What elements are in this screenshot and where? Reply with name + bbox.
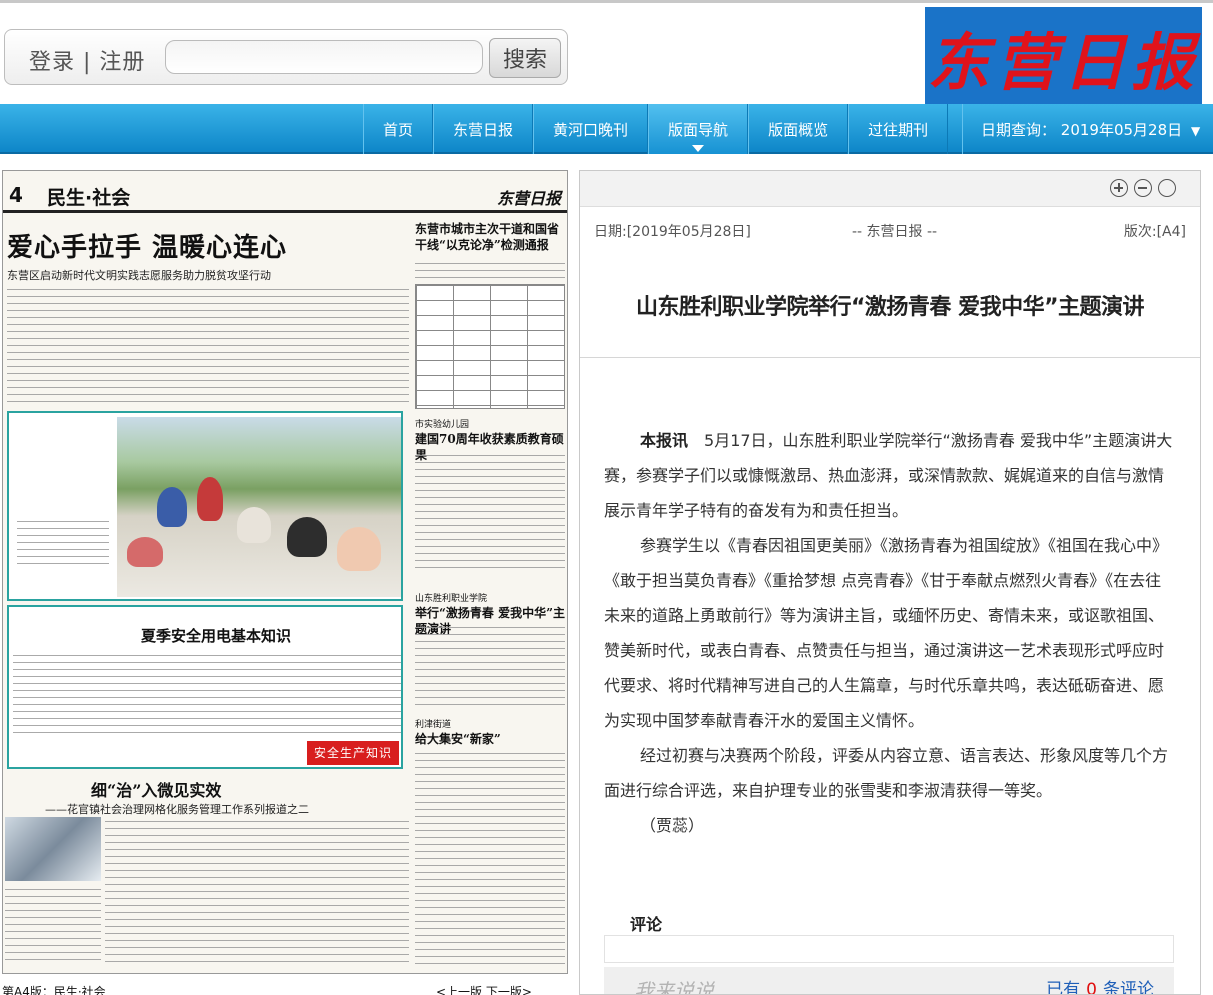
zoom-in-icon[interactable] [1110,179,1128,197]
reset-zoom-icon[interactable] [1158,179,1176,197]
login-register-link[interactable]: 登录 | 注册 [29,44,145,76]
divider [580,357,1200,358]
article-paragraph: 经过初赛与决赛两个阶段，评委从内容立意、语言表达、形象风度等几个方面进行综合评选… [604,746,1169,800]
paper-safety-title: 夏季安全用电基本知识 [141,627,292,645]
article-title: 山东胜利职业学院举行“激扬青春 爱我中华”主题演讲 [635,295,1145,320]
article-date: 日期:[2019年05月28日] [594,224,751,240]
chevron-down-icon: ▼ [1190,124,1201,138]
nav-item-page-navigation[interactable]: 版面导航 [648,104,749,154]
paper-photo-caption [13,417,113,597]
main-nav: 首页 东营日报 黄河口晚刊 版面导航 版面概览 过往期刊 日期查询： 2019年… [0,104,1213,154]
article-paragraph: 参赛学生以《青春因祖国更美丽》《激扬青春为祖国绽放》《祖国在我心中》《敢于担当莫… [604,536,1169,730]
page-pager-links[interactable]: <上一版 下一版> [436,983,532,995]
article-panel: 日期:[2019年05月28日] -- 东营日报 -- 版次:[A4] 山东胜利… [579,170,1201,995]
comment-input-box[interactable]: 我来说说…… 已有 0 条评论 [604,967,1174,995]
nav-items: 首页 东营日报 黄河口晚刊 版面导航 版面概览 过往期刊 [363,104,949,154]
paper-text-block [415,623,565,707]
paper-text-block [415,259,565,281]
paper-safety-frame[interactable]: 夏季安全用电基本知识 安全生产知识 [7,605,403,769]
paper-headline[interactable]: 爱心手拉手 温暖心连心 [7,227,287,264]
paper-headline-sub: 东营区启动新时代文明实践志愿服务助力脱贫攻坚行动 [7,269,271,282]
nav-item-page-overview[interactable]: 版面概览 [748,104,849,154]
newspaper-logo[interactable]: 东营日报 [925,7,1202,107]
paper-bottom-sub: ——花官镇社会治理网格化服务管理工作系列报道之二 [45,803,309,816]
paper-footer-section: 第A4版：民生·社会 [2,985,106,995]
comments-divider [604,935,1174,963]
nav-item-home[interactable]: 首页 [363,104,434,154]
paper-bottom-photo [5,817,101,881]
nav-item-evening-edition[interactable]: 黄河口晚刊 [533,104,649,154]
paper-safety-badge: 安全生产知识 [307,741,399,765]
comment-count-prefix: 已有 [1046,980,1081,995]
login-search-box: 登录 | 注册 搜索 [4,29,568,85]
comments-label: 评论 [630,915,663,934]
date-query-value: 2019年05月28日 [1060,121,1183,139]
zoom-controls [1110,179,1176,197]
paper-text-block [13,651,401,737]
date-query-dropdown[interactable]: 日期查询： 2019年05月28日 ▼ [962,104,1200,154]
top-header: 登录 | 注册 搜索 东营日报 [0,0,1213,107]
nav-item-dongying-daily[interactable]: 东营日报 [433,104,534,154]
article-lead: 本报讯 [640,431,689,450]
paper-photo [117,417,401,597]
paper-page-header: 4 民生·社会 东营日报 [3,179,567,213]
search-button[interactable]: 搜索 [489,38,561,78]
paper-page-number: 4 [9,183,23,207]
article-toolbar [580,171,1200,207]
paper-text-block [415,749,565,965]
paper-footer: 第A4版：民生·社会 <上一版 下一版> [0,983,570,995]
paper-bottom-title[interactable]: 细“治”入微见实效 [91,777,221,801]
zoom-out-icon[interactable] [1134,179,1152,197]
article-body: 本报讯 5月17日，山东胜利职业学院举行“激扬青春 爱我中华”主题演讲大赛，参赛… [604,423,1176,843]
paper-photo-frame[interactable] [7,411,403,601]
search-input[interactable] [165,40,483,74]
comment-count-link[interactable]: 已有 0 条评论 [1046,975,1154,995]
newspaper-page-image[interactable]: 4 民生·社会 东营日报 爱心手拉手 温暖心连心 东营区启动新时代文明实践志愿服… [2,170,568,974]
comment-placeholder: 我来说说…… [634,979,754,995]
article-author: （贾蕊） [640,816,705,835]
article-source: -- 东营日报 -- [852,224,938,240]
comment-count-number: 0 [1086,980,1097,995]
paper-table [415,284,565,409]
paper-text-block [5,885,101,965]
article-paragraph: 本报讯 5月17日，山东胜利职业学院举行“激扬青春 爱我中华”主题演讲大赛，参赛… [604,423,1176,528]
paper-side-title-4[interactable]: 给大集安“新家” [415,731,565,747]
date-query-label: 日期查询： [981,121,1057,139]
paper-side-title-1[interactable]: 东营市城市主次干道和国省干线“以克论净”检测通报 [415,221,565,253]
article-page: 版次:[A4] [1123,224,1186,240]
paper-text-block [415,451,565,571]
page-root: 登录 | 注册 搜索 东营日报 首页 东营日报 黄河口晚刊 版面导航 版面概览 … [0,0,1213,995]
comment-count-suffix: 条评论 [1103,980,1154,995]
paper-text-block [105,817,409,965]
article-meta: 日期:[2019年05月28日] -- 东营日报 -- 版次:[A4] [580,221,1200,241]
paper-section-name: 民生·社会 [47,187,131,209]
logo-text: 东营日报 [927,26,1200,99]
nav-item-past-issues[interactable]: 过往期刊 [848,104,949,154]
article-paragraph-text: 5月17日，山东胜利职业学院举行“激扬青春 爱我中华”主题演讲大赛，参赛学子们以… [604,431,1173,520]
paper-text-block[interactable] [7,285,409,407]
paper-masthead: 东营日报 [496,189,561,208]
